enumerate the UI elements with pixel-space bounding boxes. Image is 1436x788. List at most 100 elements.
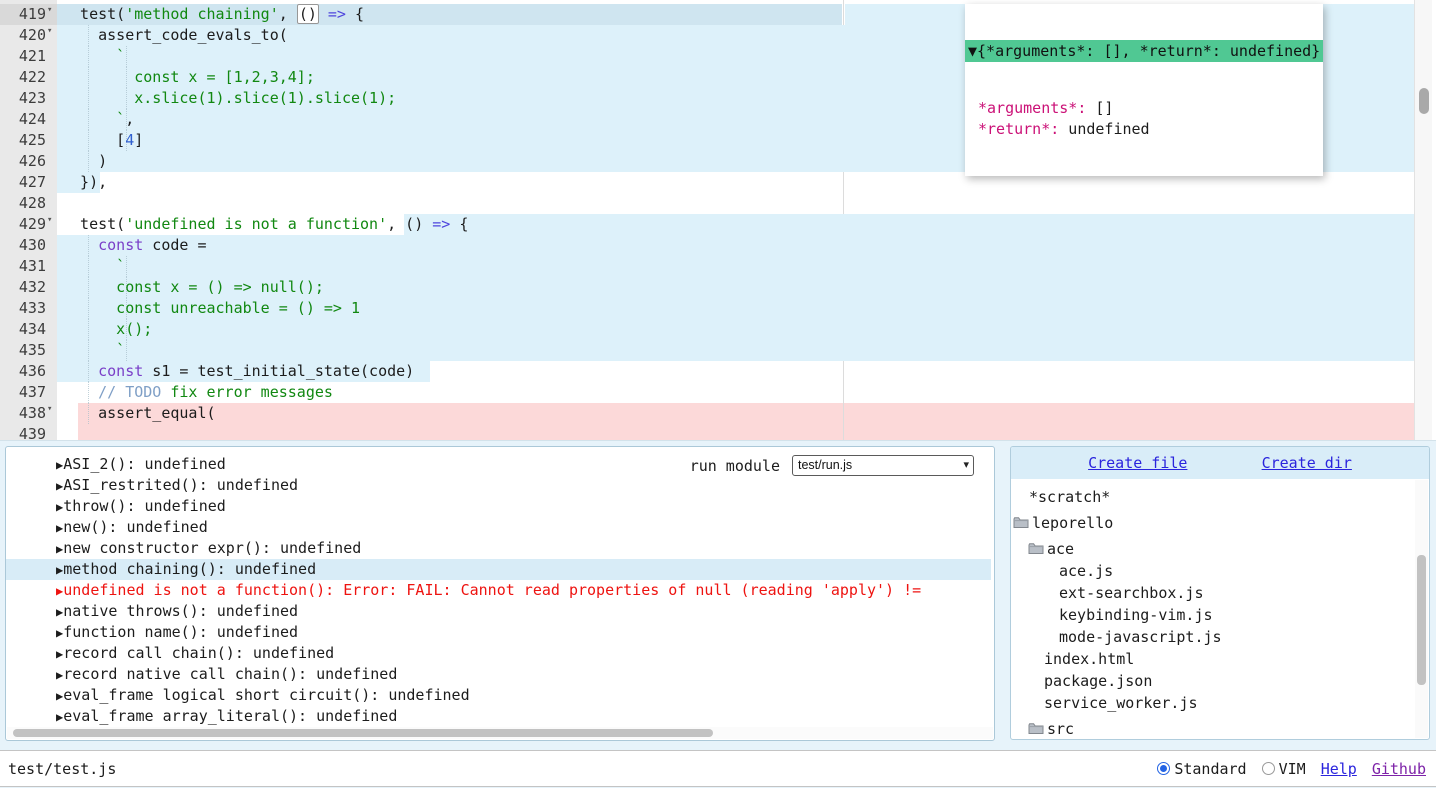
run-module-label: run module bbox=[690, 457, 780, 475]
tree-folder[interactable]: ace bbox=[1011, 538, 1415, 560]
code-text: x.slice(1).slice(1).slice(1); bbox=[62, 88, 396, 109]
tree-file[interactable]: package.json bbox=[1011, 670, 1415, 692]
eval-highlight bbox=[57, 256, 1415, 277]
code-line[interactable]: 433 const unreachable = () => 1 bbox=[0, 298, 1436, 319]
value-inspector-entry[interactable]: *return*: undefined bbox=[965, 119, 1323, 140]
folder-icon bbox=[1028, 720, 1047, 738]
tree-item-label: leporello bbox=[1032, 514, 1113, 532]
test-result-text: record call chain(): undefined bbox=[63, 644, 334, 662]
test-result-item[interactable]: ▶record call chain(): undefined bbox=[6, 643, 991, 664]
code-line[interactable]: 432 const x = () => null(); bbox=[0, 277, 1436, 298]
scrollbar-thumb[interactable] bbox=[13, 729, 713, 737]
tree-folder[interactable]: src bbox=[1011, 718, 1415, 739]
tree-file[interactable]: service_worker.js bbox=[1011, 692, 1415, 714]
code-text: ` bbox=[62, 340, 125, 361]
run-module-select[interactable]: test/run.js ▾ bbox=[792, 455, 974, 476]
editor-vertical-scrollbar[interactable] bbox=[1414, 0, 1432, 441]
radio-unselected-icon[interactable] bbox=[1262, 762, 1275, 775]
value-inspector-entry[interactable]: *arguments*: [] bbox=[965, 98, 1323, 119]
code-line[interactable]: 438▾ assert_equal( bbox=[0, 403, 1436, 424]
code-line[interactable]: 437 // TODO fix error messages bbox=[0, 382, 1436, 403]
tree-file[interactable]: *scratch* bbox=[1011, 486, 1415, 508]
line-number: 427 bbox=[0, 172, 46, 193]
test-result-text: record native call chain(): undefined bbox=[63, 665, 397, 683]
tree-file[interactable]: index.html bbox=[1011, 648, 1415, 670]
test-result-item[interactable]: ▶function name(): undefined bbox=[6, 622, 991, 643]
code-text: ` bbox=[62, 256, 125, 277]
files-vertical-scrollbar[interactable] bbox=[1415, 480, 1428, 738]
error-highlight bbox=[78, 424, 1415, 441]
code-text: x(); bbox=[62, 319, 152, 340]
selected-module: test/run.js bbox=[798, 458, 852, 472]
code-text: test('undefined is not a function', () =… bbox=[62, 214, 468, 235]
tree-file[interactable]: keybinding-vim.js bbox=[1011, 604, 1415, 626]
keybinding-vim-option[interactable]: VIM bbox=[1262, 760, 1306, 778]
code-line[interactable]: 430 const code = bbox=[0, 235, 1436, 256]
test-result-item[interactable]: ▶new constructor expr(): undefined bbox=[6, 538, 991, 559]
value-inspector-popup: ▼{*arguments*: [], *return*: undefined} … bbox=[965, 4, 1323, 176]
test-result-item[interactable]: ▶eval_frame array_literal(): undefined bbox=[6, 706, 991, 727]
github-link[interactable]: Github bbox=[1372, 760, 1426, 778]
code-text: test('method chaining', () => { bbox=[62, 4, 364, 25]
line-number: 439 bbox=[0, 424, 46, 441]
tree-item-label: index.html bbox=[1044, 650, 1134, 668]
test-result-item[interactable]: ▶undefined is not a function(): Error: F… bbox=[6, 580, 991, 601]
output-panel: run module test/run.js ▾ ▶ASI_2(): undef… bbox=[5, 446, 995, 741]
eval-highlight bbox=[57, 340, 1415, 361]
fold-arrow-icon[interactable]: ▾ bbox=[47, 0, 52, 21]
test-result-text: function name(): undefined bbox=[63, 623, 298, 641]
scrollbar-thumb[interactable] bbox=[1417, 555, 1426, 685]
line-number: 425 bbox=[0, 130, 46, 151]
folder-icon bbox=[1013, 514, 1032, 532]
tree-item-label: service_worker.js bbox=[1044, 694, 1198, 712]
indent-guide bbox=[126, 340, 127, 361]
code-text: ) bbox=[62, 151, 107, 172]
keybinding-standard-option[interactable]: Standard bbox=[1157, 760, 1246, 778]
tree-folder[interactable]: leporello bbox=[1011, 512, 1415, 534]
create-file-link[interactable]: Create file bbox=[1088, 454, 1187, 472]
test-result-item[interactable]: ▶method chaining(): undefined bbox=[6, 559, 991, 580]
scrollbar-thumb[interactable] bbox=[1419, 88, 1429, 114]
eval-highlight bbox=[57, 319, 1415, 340]
tree-file[interactable]: mode-javascript.js bbox=[1011, 626, 1415, 648]
code-editor[interactable]: 419▾ test('method chaining', () => {420▾… bbox=[0, 0, 1436, 441]
code-line[interactable]: 434 x(); bbox=[0, 319, 1436, 340]
output-horizontal-scrollbar[interactable] bbox=[7, 727, 993, 739]
create-dir-link[interactable]: Create dir bbox=[1262, 454, 1352, 472]
property-value: undefined bbox=[1059, 120, 1149, 138]
tree-item-label: ace.js bbox=[1059, 562, 1113, 580]
test-result-item[interactable]: ▶native throws(): undefined bbox=[6, 601, 991, 622]
code-line[interactable]: 429▾ test('undefined is not a function',… bbox=[0, 214, 1436, 235]
collapse-arrow-icon[interactable]: ▼ bbox=[968, 42, 977, 60]
code-text: const s1 = test_initial_state(code) bbox=[62, 361, 414, 382]
tree-item-label: *scratch* bbox=[1029, 488, 1110, 506]
test-result-item[interactable]: ▶new(): undefined bbox=[6, 517, 991, 538]
code-text: ` bbox=[62, 46, 125, 67]
code-line[interactable]: 439 bbox=[0, 424, 1436, 441]
tree-file[interactable]: ext-searchbox.js bbox=[1011, 582, 1415, 604]
test-result-item[interactable]: ▶ASI_restrited(): undefined bbox=[6, 475, 991, 496]
test-result-text: throw(): undefined bbox=[63, 497, 226, 515]
radio-selected-icon[interactable] bbox=[1157, 762, 1170, 775]
value-inspector-header[interactable]: ▼{*arguments*: [], *return*: undefined} bbox=[965, 40, 1323, 62]
line-number: 430 bbox=[0, 235, 46, 256]
code-line[interactable]: 428 bbox=[0, 193, 1436, 214]
code-line[interactable]: 431 ` bbox=[0, 256, 1436, 277]
code-line[interactable]: 436 const s1 = test_initial_state(code) bbox=[0, 361, 1436, 382]
test-result-item[interactable]: ▶record native call chain(): undefined bbox=[6, 664, 991, 685]
line-number: 436 bbox=[0, 361, 46, 382]
radio-label: VIM bbox=[1279, 760, 1306, 778]
help-link[interactable]: Help bbox=[1321, 760, 1357, 778]
fold-arrow-icon[interactable]: ▾ bbox=[47, 21, 52, 42]
tree-file[interactable]: ace.js bbox=[1011, 560, 1415, 582]
test-result-item[interactable]: ▶throw(): undefined bbox=[6, 496, 991, 517]
fold-arrow-icon[interactable]: ▾ bbox=[47, 399, 52, 420]
code-text: const x = () => null(); bbox=[62, 277, 324, 298]
code-line[interactable]: 435 ` bbox=[0, 340, 1436, 361]
property-key: *return*: bbox=[978, 120, 1059, 138]
indent-guide bbox=[126, 46, 127, 67]
test-result-text: native throws(): undefined bbox=[63, 602, 298, 620]
test-result-item[interactable]: ▶eval_frame logical short circuit(): und… bbox=[6, 685, 991, 706]
fold-arrow-icon[interactable]: ▾ bbox=[47, 210, 52, 231]
line-number: 431 bbox=[0, 256, 46, 277]
